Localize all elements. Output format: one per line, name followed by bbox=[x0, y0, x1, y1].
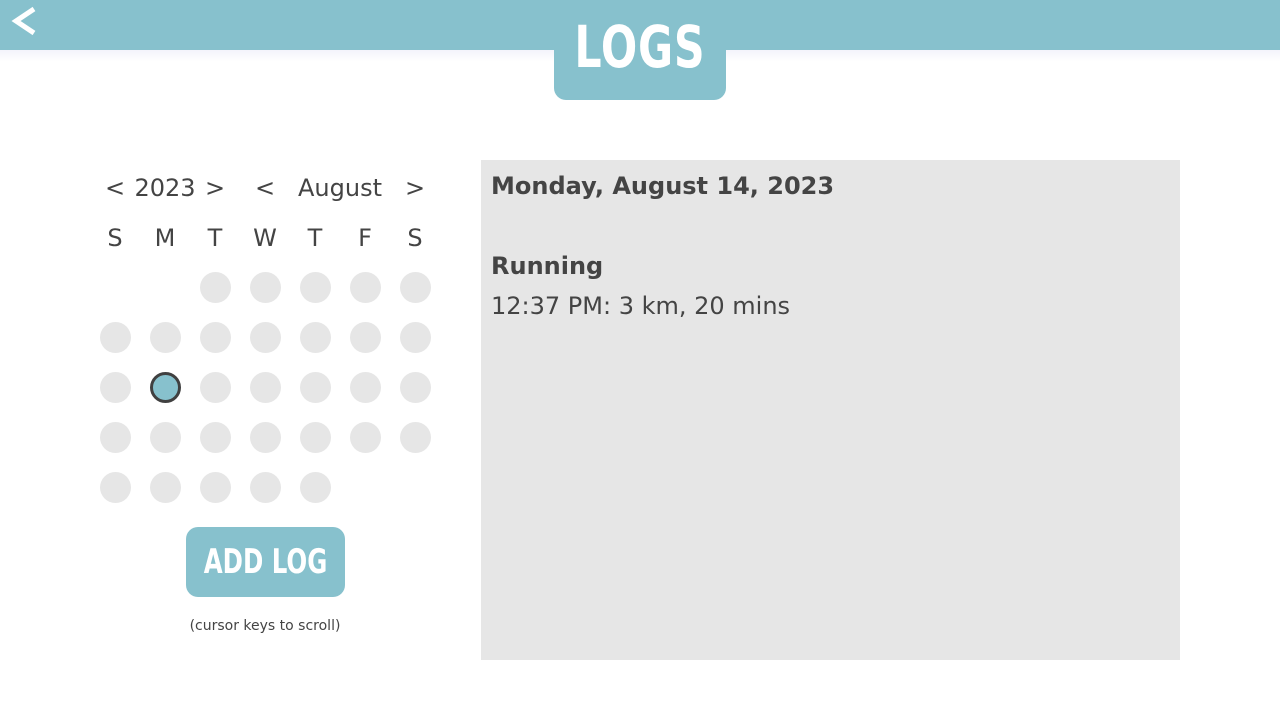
calendar-day[interactable] bbox=[250, 272, 281, 303]
calendar-day[interactable] bbox=[100, 422, 131, 453]
prev-month-button[interactable]: < bbox=[253, 172, 277, 204]
calendar-day[interactable] bbox=[350, 322, 381, 353]
prev-year-button[interactable]: < bbox=[103, 172, 127, 204]
calendar-day[interactable] bbox=[150, 322, 181, 353]
next-month-button[interactable]: > bbox=[403, 172, 427, 204]
calendar-day[interactable] bbox=[350, 422, 381, 453]
log-entry: 12:37 PM: 3 km, 20 mins bbox=[491, 292, 791, 320]
month-label: August bbox=[298, 174, 382, 202]
calendar-day-selected[interactable] bbox=[150, 372, 181, 403]
back-arrow-icon bbox=[11, 6, 36, 36]
log-detail-panel: Monday, August 14, 2023 Running 12:37 PM… bbox=[481, 160, 1180, 660]
calendar-day[interactable] bbox=[350, 372, 381, 403]
calendar-day[interactable] bbox=[150, 422, 181, 453]
weekday-wed: W bbox=[253, 224, 277, 252]
weekday-sat: S bbox=[407, 224, 423, 252]
weekday-thu: T bbox=[307, 224, 323, 252]
calendar-day[interactable] bbox=[250, 372, 281, 403]
weekday-tue: T bbox=[207, 224, 223, 252]
calendar-day[interactable] bbox=[400, 322, 431, 353]
back-button[interactable] bbox=[10, 0, 40, 42]
calendar-day[interactable] bbox=[300, 422, 331, 453]
calendar-day[interactable] bbox=[400, 372, 431, 403]
calendar-day[interactable] bbox=[200, 422, 231, 453]
title-tab: LOGS bbox=[554, 0, 726, 100]
add-log-button[interactable]: ADD LOG bbox=[186, 527, 345, 597]
calendar-day[interactable] bbox=[300, 322, 331, 353]
page-title: LOGS bbox=[574, 13, 706, 81]
calendar-day[interactable] bbox=[300, 472, 331, 503]
calendar-day[interactable] bbox=[200, 322, 231, 353]
calendar-day[interactable] bbox=[300, 272, 331, 303]
calendar-day[interactable] bbox=[300, 372, 331, 403]
calendar-day[interactable] bbox=[250, 472, 281, 503]
log-activity-title: Running bbox=[491, 252, 604, 280]
calendar-day[interactable] bbox=[400, 272, 431, 303]
add-log-label: ADD LOG bbox=[203, 542, 328, 582]
calendar-day[interactable] bbox=[150, 472, 181, 503]
calendar-day[interactable] bbox=[100, 322, 131, 353]
weekday-fri: F bbox=[358, 224, 372, 252]
calendar-day[interactable] bbox=[200, 372, 231, 403]
calendar-day[interactable] bbox=[200, 272, 231, 303]
calendar-day[interactable] bbox=[250, 322, 281, 353]
calendar-day[interactable] bbox=[400, 422, 431, 453]
scroll-hint: (cursor keys to scroll) bbox=[189, 618, 341, 634]
calendar-day[interactable] bbox=[350, 272, 381, 303]
calendar-day[interactable] bbox=[200, 472, 231, 503]
calendar-day[interactable] bbox=[100, 372, 131, 403]
year-label: 2023 bbox=[134, 174, 196, 202]
calendar-day[interactable] bbox=[250, 422, 281, 453]
calendar-day[interactable] bbox=[100, 472, 131, 503]
next-year-button[interactable]: > bbox=[203, 172, 227, 204]
log-date-heading: Monday, August 14, 2023 bbox=[491, 172, 835, 200]
weekday-mon: M bbox=[154, 224, 176, 252]
weekday-sun: S bbox=[107, 224, 123, 252]
